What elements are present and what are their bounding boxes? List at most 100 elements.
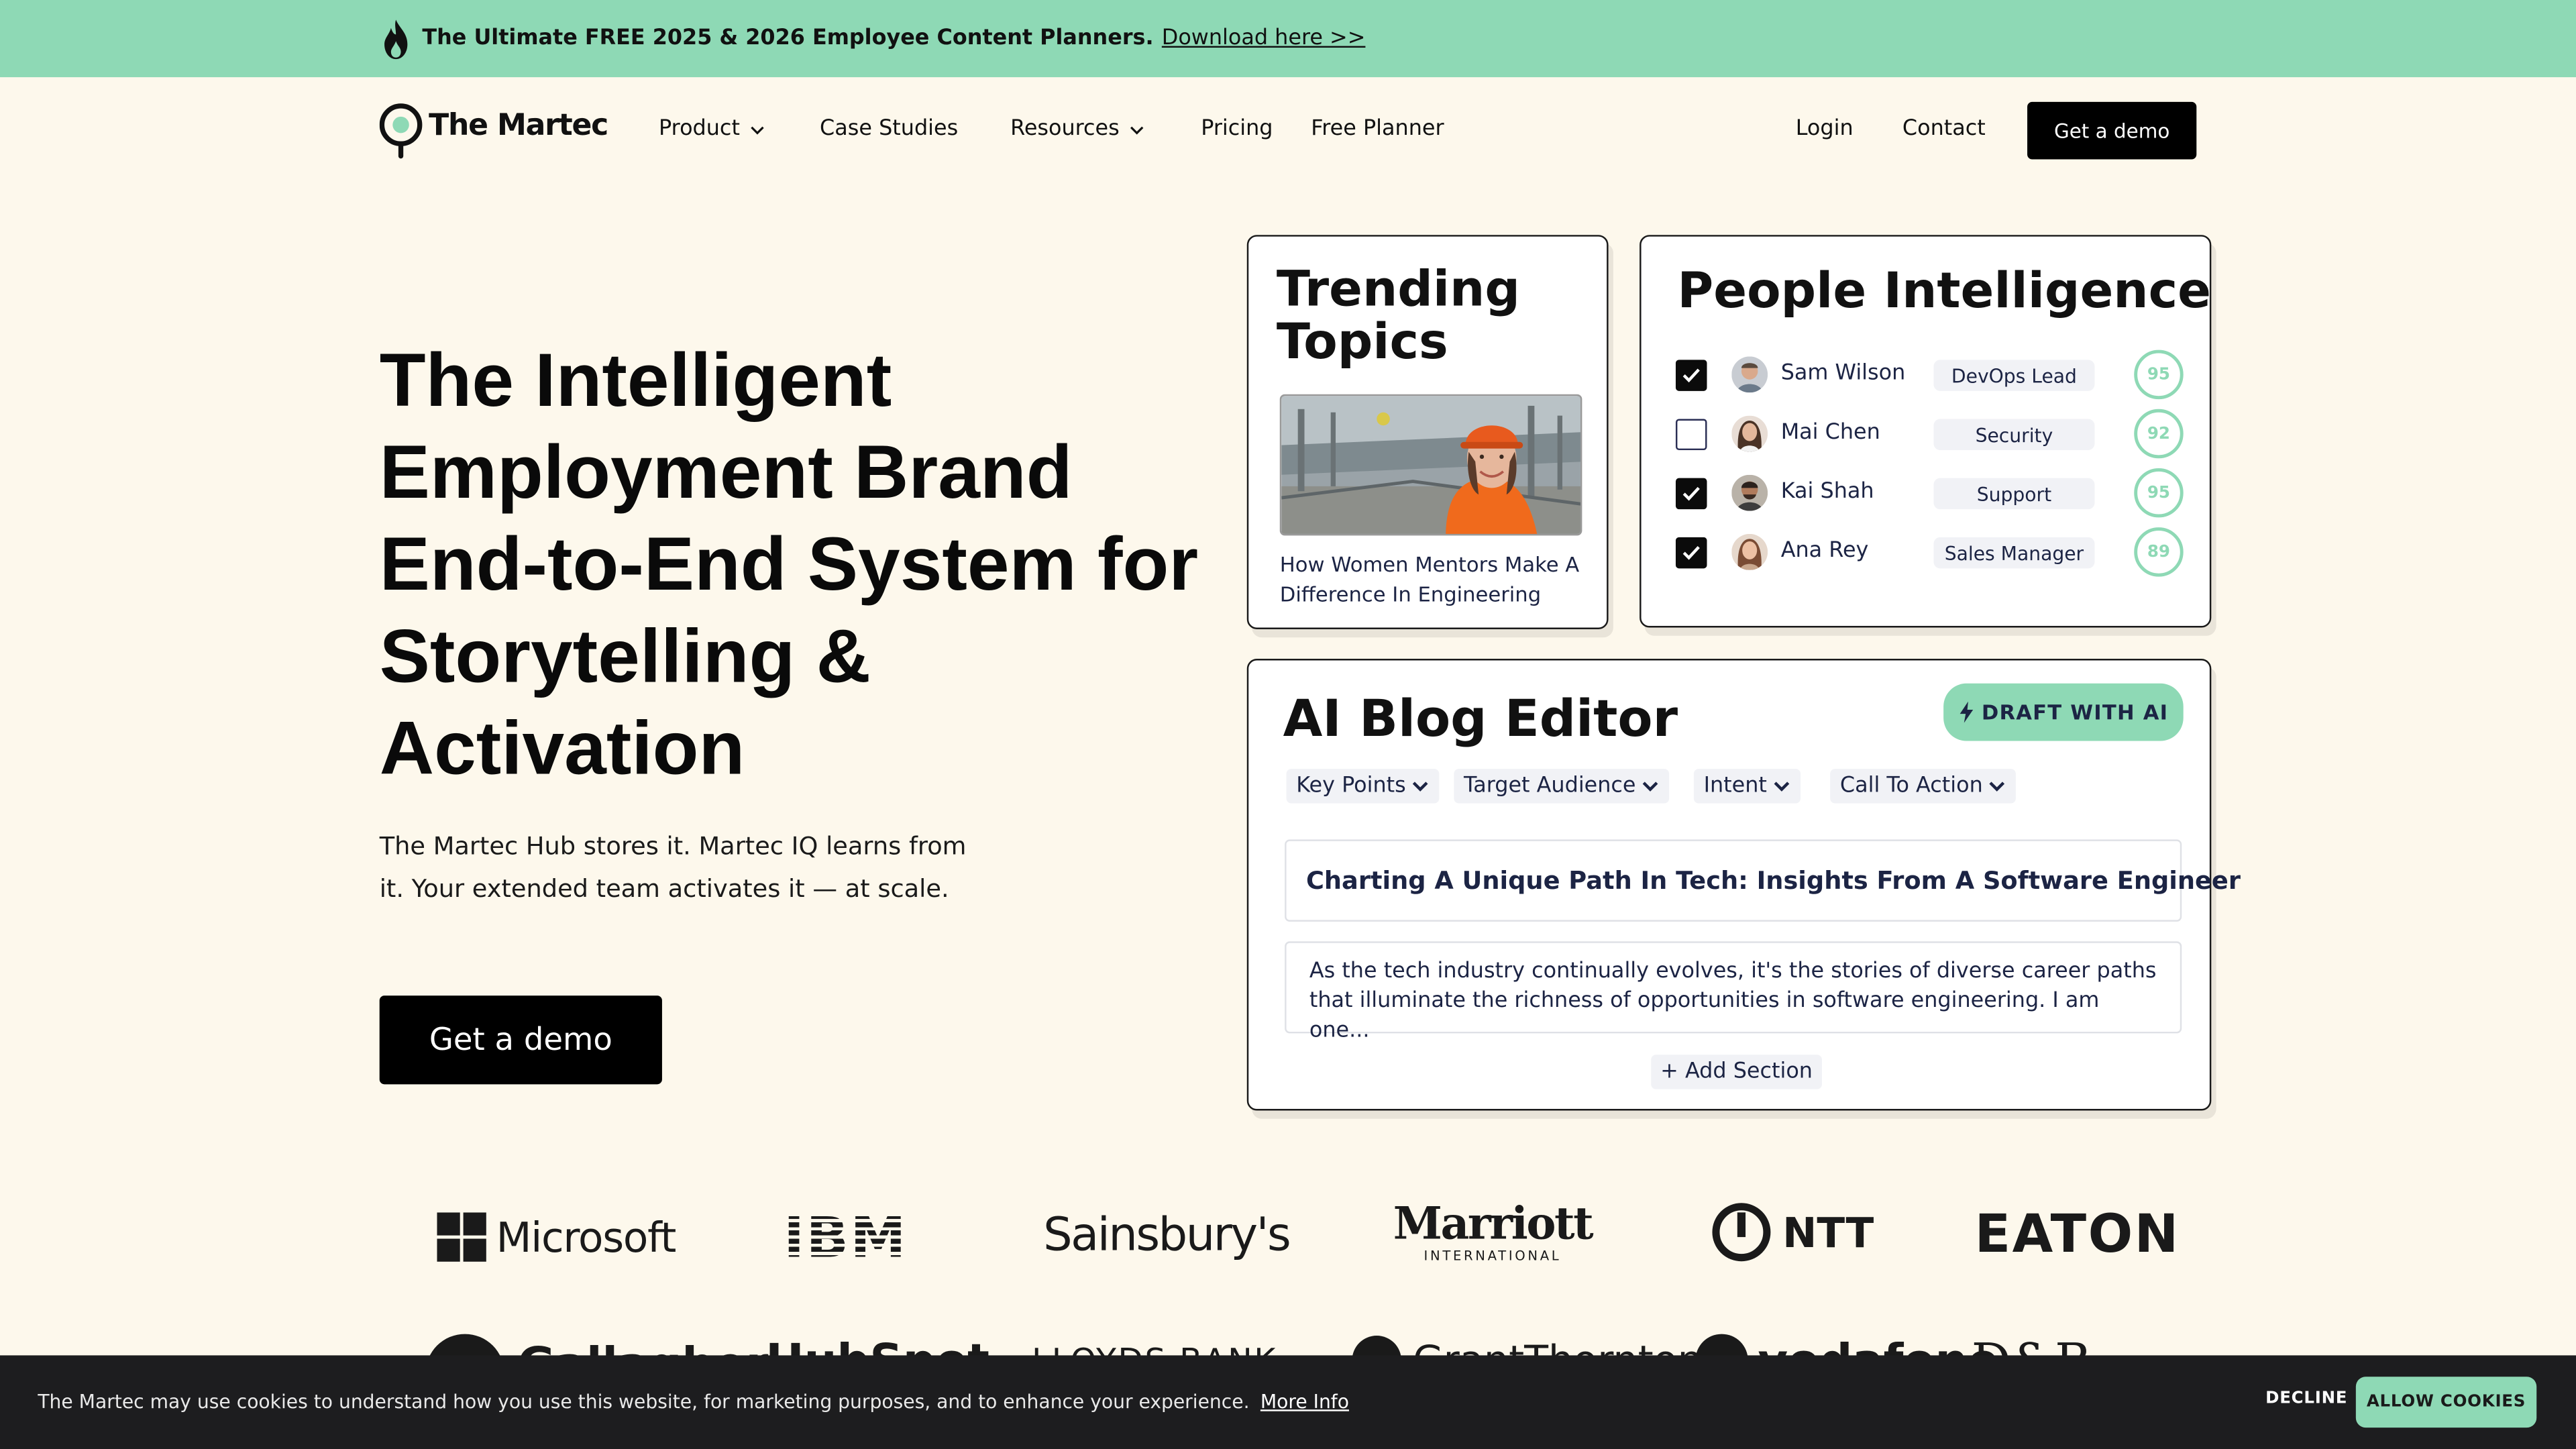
trending-photo — [1279, 394, 1582, 536]
people-title: People Intelligence — [1677, 262, 2211, 321]
score-badge: 95 — [2134, 350, 2184, 400]
nav-product-label: Product — [659, 116, 740, 142]
chip-call-to-action[interactable]: Call To Action — [1830, 769, 2016, 804]
blog-editor-title: AI Blog Editor — [1283, 690, 1678, 749]
person-name: Mai Chen — [1780, 420, 1880, 445]
hero-title-line: Employment Brand — [379, 429, 1073, 515]
hero-get-demo-button[interactable]: Get a demo — [379, 996, 662, 1085]
trending-topics-card[interactable]: Trending Topics How Women Mentors Make A… — [1246, 235, 1609, 629]
nav-pricing[interactable]: Pricing — [1201, 117, 1273, 142]
marriott-logo: Marriott INTERNATIONAL — [1393, 1199, 1594, 1264]
check-icon — [1682, 546, 1700, 560]
cookie-banner: The Martec may use cookies to understand… — [0, 1355, 2576, 1449]
score-badge: 92 — [2134, 409, 2184, 459]
cookie-decline-button[interactable]: DECLINE — [2265, 1390, 2347, 1408]
trending-title: Trending Topics — [1276, 261, 1520, 372]
logo-text: The Martec — [429, 108, 608, 144]
logo[interactable]: The Martec — [379, 102, 608, 160]
chip-intent[interactable]: Intent — [1693, 769, 1800, 804]
people-row: Sam Wilson DevOps Lead 95 — [1675, 350, 2185, 400]
hero-title-line: Storytelling & — [379, 612, 871, 698]
hero-title-line: The Intelligent — [379, 337, 892, 423]
brand-text: NTT — [1782, 1208, 1874, 1256]
post-title-field[interactable]: Charting A Unique Path In Tech: Insights… — [1285, 839, 2241, 922]
chevron-down-icon — [1989, 782, 2004, 792]
nav-resources-label: Resources — [1010, 116, 1120, 142]
cookie-message: The Martec may use cookies to understand… — [38, 1389, 1250, 1413]
nav-free-planner-label: Free Planner — [1311, 116, 1444, 142]
hero-title-line: Activation — [379, 704, 745, 790]
avatar — [1731, 533, 1768, 570]
post-body-field[interactable]: As the tech industry continually evolves… — [1285, 941, 2182, 1043]
trending-caption[interactable]: How Women Mentors Make A Difference In E… — [1280, 550, 1592, 609]
nav-product[interactable]: Product — [659, 117, 766, 142]
banner-download-link[interactable]: Download here >> — [1162, 26, 1366, 51]
chevron-down-icon — [1773, 782, 1789, 792]
nav-free-planner[interactable]: Free Planner — [1311, 117, 1444, 142]
nav-get-demo-button[interactable]: Get a demo — [2027, 101, 2197, 160]
avatar — [1731, 415, 1768, 452]
cookie-more-info-link[interactable]: More Info — [1260, 1390, 1349, 1413]
row-checkbox[interactable] — [1675, 360, 1707, 391]
person-name: Sam Wilson — [1780, 361, 1906, 386]
score-badge: 95 — [2134, 468, 2184, 518]
brand-subtext: INTERNATIONAL — [1424, 1248, 1562, 1264]
nav-pricing-label: Pricing — [1201, 116, 1273, 142]
chip-label: Target Audience — [1464, 773, 1636, 799]
chevron-down-icon — [1412, 782, 1428, 792]
hero-subtitle: The Martec Hub stores it. Martec IQ lear… — [379, 831, 967, 904]
chip-label: Call To Action — [1839, 773, 1983, 799]
ntt-logo: NTT — [1710, 1201, 1874, 1263]
people-row: Mai Chen Security 92 — [1675, 409, 2185, 459]
brand-text: IBM — [784, 1205, 908, 1272]
people-intelligence-card: People Intelligence Sam Wilson DevOps Le… — [1640, 235, 2212, 628]
microsoft-logo: Microsoft — [437, 1212, 677, 1262]
chevron-down-icon — [751, 125, 765, 134]
chip-label: Intent — [1703, 773, 1767, 799]
brand-text: EATON — [1974, 1202, 2180, 1265]
draft-with-ai-button[interactable]: DRAFT WITH AI — [1943, 683, 2184, 741]
contact-link[interactable]: Contact — [1902, 117, 1986, 142]
person-role-badge: DevOps Lead — [1933, 360, 2095, 391]
microsoft-windows-icon — [437, 1212, 486, 1262]
person-name: Kai Shah — [1780, 480, 1874, 504]
login-link[interactable]: Login — [1796, 117, 1854, 142]
brand-text: Marriott — [1393, 1199, 1594, 1250]
ibm-logo: IBM — [784, 1206, 908, 1272]
hero-title: The Intelligent Employment Brand End-to-… — [380, 333, 1201, 794]
score-badge: 89 — [2134, 527, 2184, 577]
person-name: Ana Rey — [1780, 539, 1869, 564]
nav-case-studies[interactable]: Case Studies — [820, 117, 958, 142]
cookie-allow-button[interactable]: ALLOW COOKIES — [2355, 1377, 2537, 1428]
nav-resources[interactable]: Resources — [1010, 117, 1146, 142]
lightning-icon — [1960, 701, 1974, 723]
avatar — [1731, 356, 1768, 393]
logo-mark-icon — [379, 103, 423, 159]
person-role-badge: Sales Manager — [1933, 537, 2095, 569]
person-role-badge: Security — [1933, 419, 2095, 451]
add-section-button[interactable]: + Add Section — [1651, 1055, 1822, 1089]
client-logos: Microsoft IBM Sainsbury's Marriott INTER… — [0, 1183, 2576, 1397]
ntt-mark-icon — [1712, 1203, 1771, 1262]
draft-with-ai-label: DRAFT WITH AI — [1981, 700, 2169, 724]
banner-text: The Ultimate FREE 2025 & 2026 Employee C… — [422, 26, 1154, 51]
avatar — [1731, 474, 1768, 511]
row-checkbox[interactable] — [1675, 419, 1707, 451]
brand-text: Microsoft — [496, 1213, 677, 1261]
cookie-text: The Martec may use cookies to understand… — [38, 1390, 1349, 1413]
nav-case-studies-label: Case Studies — [820, 116, 959, 142]
chip-label: Key Points — [1296, 773, 1406, 799]
chevron-down-icon — [1642, 782, 1658, 792]
people-row: Kai Shah Support 95 — [1675, 468, 2185, 518]
chip-target-audience[interactable]: Target Audience — [1454, 769, 1669, 804]
people-row: Ana Rey Sales Manager 89 — [1675, 527, 2185, 577]
ai-blog-editor-card: AI Blog Editor DRAFT WITH AI Key Points … — [1246, 659, 2241, 1111]
check-icon — [1682, 368, 1700, 383]
engineer-photo-image — [1281, 396, 1580, 534]
sainsburys-logo: Sainsbury's — [1043, 1208, 1291, 1262]
row-checkbox[interactable] — [1675, 537, 1707, 569]
row-checkbox[interactable] — [1675, 478, 1707, 510]
chip-key-points[interactable]: Key Points — [1286, 769, 1439, 804]
person-role-badge: Support — [1933, 478, 2095, 510]
check-icon — [1682, 486, 1700, 501]
